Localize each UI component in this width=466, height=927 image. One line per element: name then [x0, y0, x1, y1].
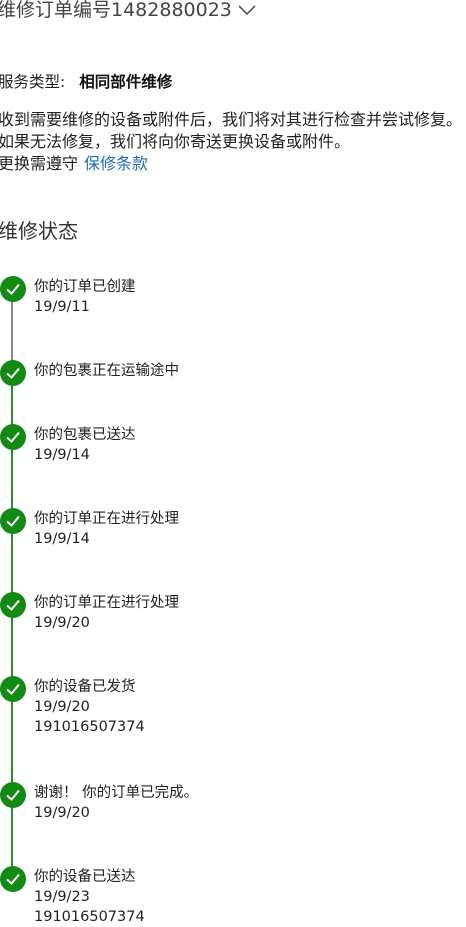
- step-details: 你的订单已创建 19/9/11: [34, 277, 136, 317]
- repair-description: 收到需要维修的设备或附件后，我们将对其进行检查并尝试修复。 如果无法修复，我们将…: [0, 109, 466, 175]
- check-circle-icon: [0, 592, 26, 618]
- step-title: 你的设备已送达: [34, 869, 136, 885]
- step-tracking-number: 191016507374: [34, 909, 145, 925]
- step-title: 你的设备已发货: [34, 679, 136, 695]
- check-circle-icon: [0, 424, 26, 450]
- step-title: 谢谢！ 你的订单已完成。: [34, 785, 199, 801]
- step-title: 你的包裹正在运输途中: [34, 363, 179, 379]
- repair-order-page: 维修订单编号1482880023 服务类型: 相同部件维修 收到需要维修的设备或附…: [0, 0, 466, 927]
- step-title: 你的订单正在进行处理: [34, 595, 179, 611]
- service-type-label: 服务类型:: [0, 73, 66, 91]
- step-date: 19/9/20: [34, 699, 90, 715]
- order-header[interactable]: 维修订单编号1482880023: [0, 0, 256, 24]
- step-details: 你的包裹已送达 19/9/14: [34, 425, 136, 465]
- check-circle-icon: [0, 360, 26, 386]
- check-circle-icon: [0, 508, 26, 534]
- step-details: 你的订单正在进行处理 19/9/14: [34, 509, 179, 549]
- service-type: 服务类型: 相同部件维修: [0, 69, 172, 95]
- order-title: 维修订单编号1482880023: [0, 0, 232, 21]
- step-date: 19/9/14: [34, 531, 90, 547]
- step-tracking-number: 191016507374: [34, 719, 145, 735]
- step-date: 19/9/20: [34, 805, 90, 821]
- step-title: 你的订单已创建: [34, 279, 136, 295]
- step-details: 谢谢！ 你的订单已完成。 19/9/20: [34, 783, 198, 823]
- warranty-terms-link[interactable]: 保修条款: [84, 154, 148, 173]
- step-details: 你的订单正在进行处理 19/9/20: [34, 593, 179, 633]
- step-details: 你的包裹正在运输途中: [34, 361, 179, 381]
- step-date: 19/9/11: [34, 299, 90, 315]
- check-circle-icon: [0, 276, 26, 302]
- step-title: 你的包裹已送达: [34, 427, 136, 443]
- warranty-line: 更换需遵守 保修条款: [0, 153, 466, 175]
- step-date: 19/9/20: [34, 615, 90, 631]
- timeline-line-complete: [11, 377, 13, 887]
- step-details: 你的设备已发货 19/9/20 191016507374: [34, 677, 145, 737]
- repair-status-title: 维修状态: [0, 219, 78, 243]
- step-details: 你的设备已送达 19/9/23 191016507374: [34, 867, 145, 927]
- step-date: 19/9/14: [34, 447, 90, 463]
- service-type-value: 相同部件维修: [79, 73, 173, 91]
- check-circle-icon: [0, 782, 26, 808]
- status-timeline: 你的订单已创建 19/9/11 你的包裹正在运输途中 你的包裹已送达 19/9/14 你的…: [0, 270, 466, 927]
- warranty-prefix: 更换需遵守: [0, 154, 79, 173]
- step-title: 你的订单正在进行处理: [34, 511, 179, 527]
- chevron-down-icon[interactable]: [238, 4, 256, 16]
- description-text: 收到需要维修的设备或附件后，我们将对其进行检查并尝试修复。 如果无法修复，我们将…: [0, 110, 463, 151]
- step-date: 19/9/23: [34, 889, 90, 905]
- check-circle-icon: [0, 866, 26, 892]
- check-circle-icon: [0, 676, 26, 702]
